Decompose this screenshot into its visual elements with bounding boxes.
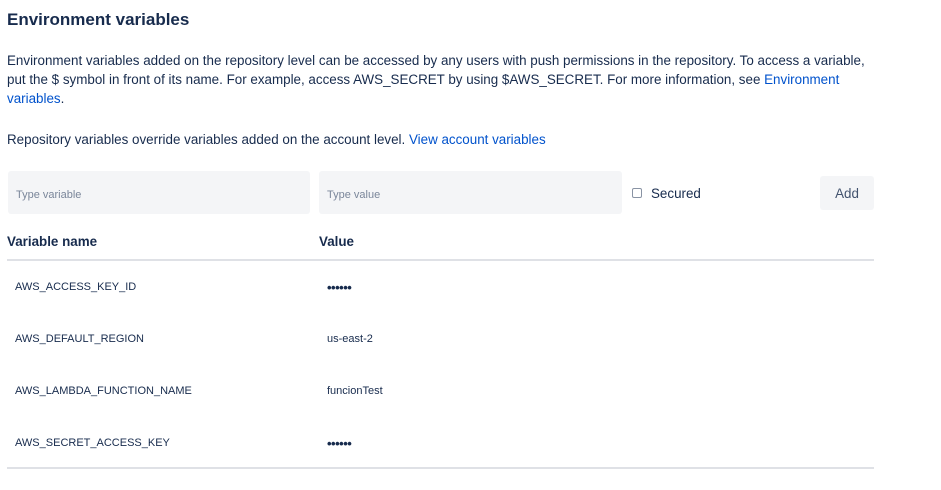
variable-value-input[interactable] [327,188,614,201]
table-bottom-divider [7,467,874,469]
override-note: Repository variables override variables … [7,130,546,149]
variable-value-field[interactable] [319,171,622,214]
page-title: Environment variables [7,10,190,29]
table-row[interactable]: AWS_SECRET_ACCESS_KEY •••••• [7,417,874,469]
variable-value-cell: •••••• [327,435,352,451]
secured-label: Secured [651,185,701,201]
variable-value-cell: us-east-2 [327,333,373,345]
secured-toggle[interactable]: Secured [632,185,701,201]
variable-name-field[interactable] [8,171,310,214]
column-header-value: Value [319,234,354,249]
secured-checkbox[interactable] [632,188,642,198]
variable-name-cell: AWS_SECRET_ACCESS_KEY [15,437,170,449]
view-account-variables-link[interactable]: View account variables [409,132,546,147]
variable-value-cell: funcionTest [327,385,383,397]
description-text: Environment variables added on the repos… [7,53,865,87]
variable-name-cell: AWS_DEFAULT_REGION [15,333,144,345]
variable-name-cell: AWS_LAMBDA_FUNCTION_NAME [15,385,192,397]
variable-value-cell: •••••• [327,279,352,295]
table-row[interactable]: AWS_DEFAULT_REGION us-east-2 [7,313,874,365]
add-variable-button[interactable]: Add [820,176,874,210]
table-row[interactable]: AWS_ACCESS_KEY_ID •••••• [7,261,874,313]
description: Environment variables added on the repos… [7,51,874,108]
variable-name-input[interactable] [16,188,302,201]
variable-name-cell: AWS_ACCESS_KEY_ID [15,281,137,293]
column-header-variable-name: Variable name [7,234,98,249]
override-note-text: Repository variables override variables … [7,132,409,147]
description-period: . [60,91,65,106]
table-row[interactable]: AWS_LAMBDA_FUNCTION_NAME funcionTest [7,365,874,417]
